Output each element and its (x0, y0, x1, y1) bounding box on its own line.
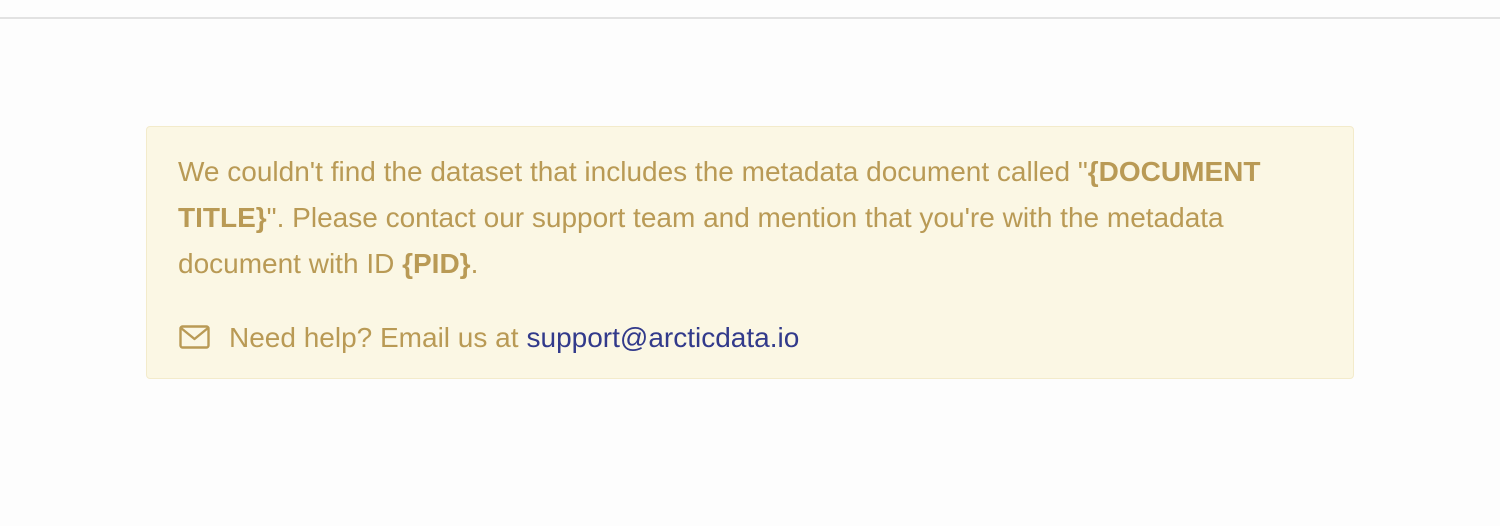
document-pid: {PID} (402, 248, 471, 279)
help-row: Need help? Email us at support@arcticdat… (178, 318, 1322, 358)
help-text: Need help? Email us at (229, 322, 519, 353)
message-text-part1: We couldn't find the dataset that includ… (178, 156, 1088, 187)
alert-message: We couldn't find the dataset that includ… (178, 149, 1308, 287)
support-email-link[interactable]: support@arcticdata.io (527, 318, 800, 358)
envelope-icon (179, 325, 211, 351)
message-text-part2: ". Please contact our support team and m… (178, 202, 1224, 279)
header-divider (0, 17, 1500, 19)
message-text-part3: . (470, 248, 479, 279)
warning-alert: We couldn't find the dataset that includ… (146, 126, 1354, 379)
